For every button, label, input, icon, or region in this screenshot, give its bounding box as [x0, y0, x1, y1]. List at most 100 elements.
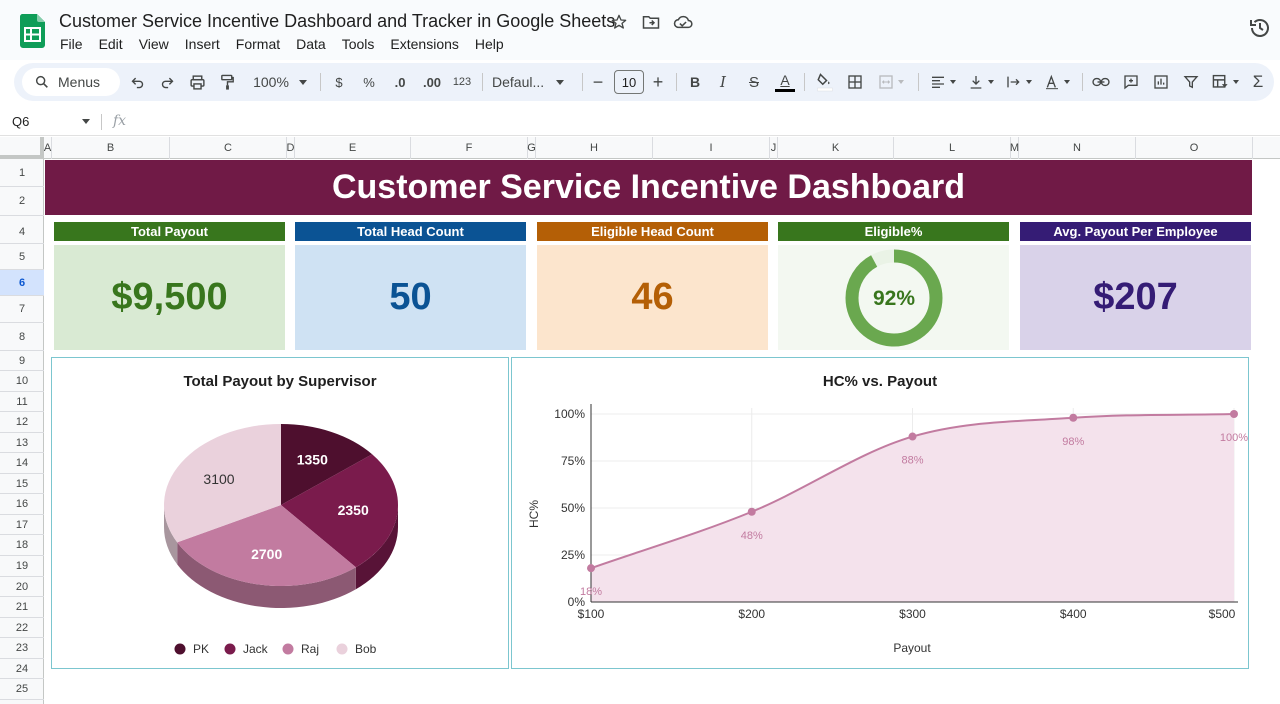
- cloud-saved-icon[interactable]: [672, 11, 694, 33]
- data-point[interactable]: [908, 432, 917, 441]
- toolbar: Menus 100% $ % .0 .00 123 Defaul... − 10…: [14, 63, 1274, 101]
- insert-link-icon[interactable]: [1090, 63, 1112, 101]
- row-header[interactable]: 25: [0, 679, 44, 700]
- row-header[interactable]: 19: [0, 556, 44, 577]
- insert-comment-icon[interactable]: [1120, 63, 1142, 101]
- text-wrapping-icon[interactable]: [1002, 63, 1036, 101]
- column-header-o[interactable]: O: [1136, 137, 1253, 159]
- column-header-m[interactable]: M: [1010, 137, 1019, 159]
- column-header-e[interactable]: E: [295, 137, 411, 159]
- data-point[interactable]: [587, 564, 595, 573]
- menu-edit[interactable]: Edit: [91, 35, 131, 53]
- menus-search[interactable]: Menus: [22, 68, 120, 96]
- column-header-i[interactable]: I: [653, 137, 770, 159]
- column-header-j[interactable]: J: [770, 137, 778, 159]
- more-formats-button[interactable]: 123: [450, 63, 474, 101]
- row-header[interactable]: 12: [0, 412, 44, 433]
- zoom-select[interactable]: 100%: [248, 63, 312, 101]
- select-all-corner[interactable]: [0, 137, 44, 159]
- decrease-decimal-button[interactable]: .0: [388, 63, 412, 101]
- row-header[interactable]: 5: [0, 244, 44, 270]
- row-header[interactable]: 8: [0, 323, 44, 351]
- row-header[interactable]: 21: [0, 597, 44, 618]
- column-header-d[interactable]: D: [287, 137, 295, 159]
- borders-icon[interactable]: [844, 63, 866, 101]
- move-folder-icon[interactable]: [640, 11, 662, 33]
- merge-cells-icon[interactable]: [874, 63, 908, 101]
- pie-chart-card[interactable]: Total Payout by Supervisor 1350 2350 2700 3…: [51, 357, 509, 669]
- version-history-icon[interactable]: [1248, 16, 1272, 40]
- menu-file[interactable]: File: [52, 35, 91, 53]
- column-header-n[interactable]: N: [1019, 137, 1136, 159]
- print-icon[interactable]: [186, 63, 208, 101]
- column-header-l[interactable]: L: [894, 137, 1011, 159]
- menu-data[interactable]: Data: [288, 35, 334, 53]
- column-header-a[interactable]: A: [44, 137, 52, 159]
- row-header[interactable]: 1: [0, 159, 44, 187]
- text-rotation-icon[interactable]: [1040, 63, 1074, 101]
- undo-icon[interactable]: [126, 63, 148, 101]
- currency-format-button[interactable]: $: [330, 63, 348, 101]
- column-header-k[interactable]: K: [778, 137, 894, 159]
- vertical-align-icon[interactable]: [964, 63, 998, 101]
- data-point[interactable]: [1230, 410, 1238, 418]
- insert-chart-icon[interactable]: [1150, 63, 1172, 101]
- redo-icon[interactable]: [156, 63, 178, 101]
- bold-button[interactable]: B: [686, 63, 704, 101]
- strikethrough-button[interactable]: S: [744, 63, 764, 101]
- row-header[interactable]: 20: [0, 577, 44, 597]
- row-header[interactable]: 24: [0, 659, 44, 679]
- horizontal-align-icon[interactable]: [926, 63, 960, 101]
- menu-extensions[interactable]: Extensions: [382, 35, 466, 53]
- column-header-h[interactable]: H: [536, 137, 653, 159]
- column-header-g[interactable]: G: [527, 137, 536, 159]
- italic-button[interactable]: I: [714, 63, 732, 101]
- percent-format-button[interactable]: %: [358, 63, 380, 101]
- row-header[interactable]: 9: [0, 351, 44, 371]
- row-header[interactable]: 11: [0, 392, 44, 412]
- menu-view[interactable]: View: [131, 35, 177, 53]
- row-header[interactable]: 15: [0, 474, 44, 494]
- row-header[interactable]: 14: [0, 453, 44, 474]
- row-header-active[interactable]: 6: [0, 270, 44, 296]
- font-family-select[interactable]: Defaul...: [492, 63, 574, 101]
- fill-color-icon[interactable]: [814, 63, 836, 101]
- decrease-font-size-button[interactable]: −: [590, 63, 606, 101]
- increase-decimal-button[interactable]: .00: [418, 63, 446, 101]
- sheets-logo-icon[interactable]: [20, 14, 45, 48]
- filter-icon[interactable]: [1180, 63, 1202, 101]
- text-color-button[interactable]: A: [774, 63, 796, 101]
- menu-insert[interactable]: Insert: [177, 35, 228, 53]
- data-label: 88%: [901, 455, 923, 467]
- data-point[interactable]: [747, 507, 756, 516]
- toolbar-divider: [676, 73, 677, 91]
- row-header[interactable]: 4: [0, 221, 44, 244]
- document-title[interactable]: Customer Service Incentive Dashboard and…: [59, 11, 615, 32]
- row-header[interactable]: 13: [0, 433, 44, 453]
- row-header[interactable]: 17: [0, 515, 44, 535]
- column-header-f[interactable]: F: [411, 137, 528, 159]
- area-chart-card[interactable]: HC% vs. Payout 18% 48% 88% 98% 100% 0% 25% 50% 7…: [511, 357, 1249, 669]
- menu-format[interactable]: Format: [228, 35, 288, 53]
- row-header[interactable]: 22: [0, 618, 44, 638]
- row-header[interactable]: 23: [0, 638, 44, 659]
- font-size-input[interactable]: 10: [614, 70, 644, 94]
- filter-views-icon[interactable]: [1208, 63, 1242, 101]
- row-header[interactable]: 10: [0, 371, 44, 392]
- chevron-down-icon[interactable]: [82, 119, 90, 124]
- paint-format-icon[interactable]: [216, 63, 238, 101]
- increase-font-size-button[interactable]: +: [650, 63, 666, 101]
- star-icon[interactable]: [608, 11, 630, 33]
- row-header[interactable]: 2: [0, 187, 44, 216]
- data-point[interactable]: [1069, 413, 1078, 422]
- menu-tools[interactable]: Tools: [334, 35, 383, 53]
- row-header[interactable]: 7: [0, 296, 44, 323]
- column-header-b[interactable]: B: [52, 137, 170, 159]
- column-header-c[interactable]: C: [170, 137, 287, 159]
- functions-icon[interactable]: Σ: [1248, 63, 1268, 101]
- menu-help[interactable]: Help: [467, 35, 512, 53]
- row-header[interactable]: 16: [0, 494, 44, 515]
- name-box[interactable]: Q6: [12, 114, 29, 129]
- legend-swatch: [282, 643, 294, 655]
- row-header[interactable]: 18: [0, 535, 44, 556]
